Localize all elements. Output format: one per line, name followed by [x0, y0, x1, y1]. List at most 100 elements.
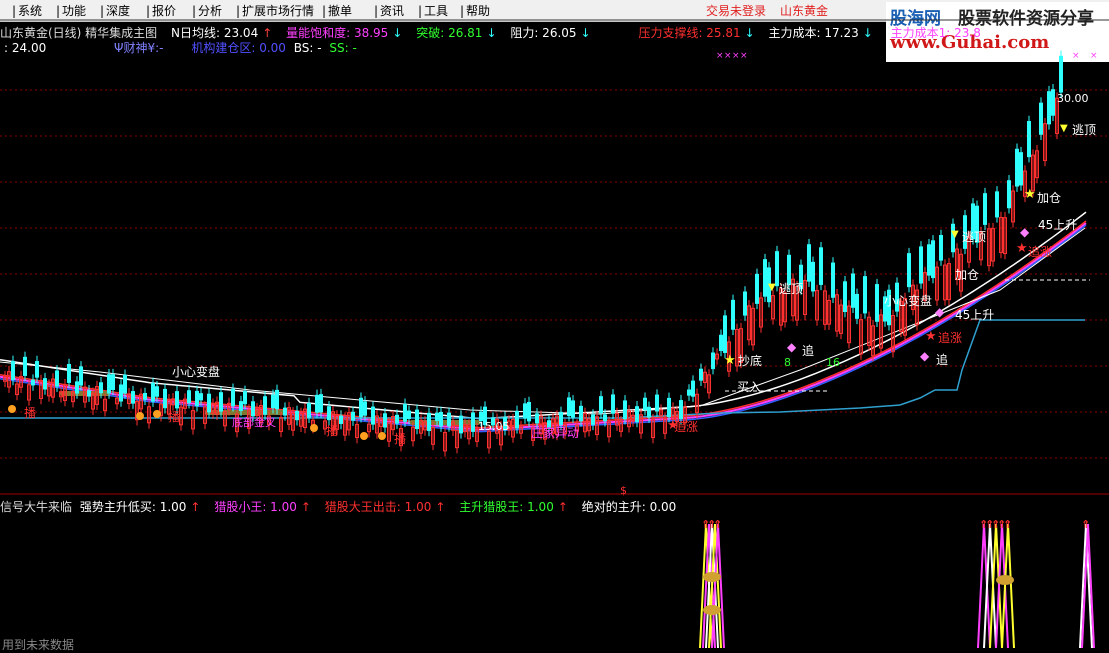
candle-body [603, 414, 607, 422]
ma-white-line [0, 211, 1087, 420]
candle-body [31, 379, 35, 386]
candle-body [435, 412, 439, 421]
candle-body [667, 397, 671, 418]
candle-body [263, 396, 267, 415]
candle-body [1047, 91, 1051, 125]
candle-body [679, 400, 683, 420]
candle-body [927, 244, 931, 276]
up-arrow-icon: ⇑ [1003, 518, 1012, 531]
candle-body [371, 406, 375, 425]
candle-body [843, 281, 847, 313]
dollar-label: $ [620, 484, 627, 497]
candle-body [983, 193, 987, 225]
candle-body [243, 390, 247, 405]
candle-body [407, 410, 411, 420]
banker-label: 庄家异动 [531, 426, 580, 440]
candle-body [1039, 102, 1043, 135]
add-position-label-2: 加仓 [955, 268, 980, 282]
candle-body [295, 410, 299, 421]
candle-body [711, 352, 715, 370]
candle-body [723, 315, 727, 353]
candle-body [1051, 89, 1055, 116]
candle-body [831, 262, 835, 298]
x-mark: × [724, 51, 732, 61]
broadcast-orange-icon [310, 424, 318, 432]
candle-body [719, 334, 723, 352]
candle-body [459, 415, 463, 434]
chase-star: ★ [1016, 241, 1028, 256]
candle-body [623, 400, 627, 420]
candle-body [131, 391, 135, 404]
candle-body [75, 381, 79, 394]
candle-body [283, 407, 287, 416]
buy-in-label: 买入 [737, 380, 762, 394]
x-mark: × [716, 51, 724, 61]
candle-body [175, 391, 179, 409]
candle-body [339, 415, 343, 424]
candle-body [599, 396, 603, 414]
broadcast-label-3: 播 [326, 424, 339, 438]
num16-label: 16 [826, 356, 840, 369]
add-position-label-3: 抄底 [738, 354, 763, 368]
candle-body [995, 191, 999, 218]
candle-body [195, 390, 199, 407]
candle-body [275, 389, 279, 410]
candle-body [591, 414, 595, 425]
candle-body [875, 284, 879, 322]
candle-body [111, 374, 115, 390]
coin-icon [996, 575, 1014, 585]
candle-body [439, 411, 443, 427]
candle-body [143, 392, 147, 400]
candle-body [819, 247, 823, 285]
candle-body [523, 403, 527, 419]
candle-body [851, 273, 855, 308]
add-position-label-1: 加仓 [1037, 191, 1062, 205]
escape-top-triangle: ▼ [768, 282, 776, 293]
candle-body [699, 368, 703, 381]
buy-star: ★ [724, 353, 736, 368]
broadcast-label-2: 播 [168, 410, 181, 424]
candle-body [931, 240, 935, 279]
candle-body [807, 244, 811, 282]
candle-body [271, 394, 275, 409]
candle-body [403, 403, 407, 422]
candle-body [763, 259, 767, 297]
candle-body [415, 409, 419, 430]
broadcast-orange-icon [360, 432, 368, 440]
chase-label-2: 追涨 [938, 331, 963, 345]
candle-body [919, 246, 923, 284]
chase-diamond: ◆ [935, 305, 945, 319]
chase-star: ★ [925, 329, 937, 344]
chase-diamond: ◆ [920, 349, 930, 363]
x-mark: × [1072, 51, 1080, 61]
candle-body [99, 382, 103, 394]
up-arrow-icon: ⇑ [713, 518, 722, 531]
candle-body [395, 414, 399, 424]
coin-icon [703, 572, 721, 582]
x-mark: × [740, 51, 748, 61]
x-mark: × [732, 51, 740, 61]
candle-body [635, 406, 639, 422]
num8-label: 8 [784, 356, 791, 369]
candle-body [363, 401, 367, 416]
escape-top-label-2: 逃顶 [962, 230, 987, 244]
candle-body [1015, 148, 1019, 187]
candle-body [811, 261, 815, 292]
candle-body [307, 403, 311, 418]
candle-body [863, 276, 867, 314]
candle-body [43, 378, 47, 390]
candle-body [107, 374, 111, 394]
candle-body [939, 235, 943, 261]
chase-diamond: ◆ [787, 340, 797, 354]
candle-body [755, 273, 759, 304]
candle-body [559, 411, 563, 425]
candle-body [471, 412, 475, 432]
rise-label: 45上升 [955, 308, 995, 322]
candle-body [535, 413, 539, 424]
rise45-label: 45上升 [1038, 218, 1078, 232]
candle-body [527, 401, 531, 422]
candle-body [359, 397, 363, 418]
candle-body [643, 397, 647, 411]
candle-body [231, 388, 235, 407]
kline-chart[interactable]: ★★★★★◆◆◆◆× × × × × ×▼▼▼ ⇑⇑⇑ ⇑⇑⇑⇑⇑ ⇑ [0, 0, 1109, 648]
